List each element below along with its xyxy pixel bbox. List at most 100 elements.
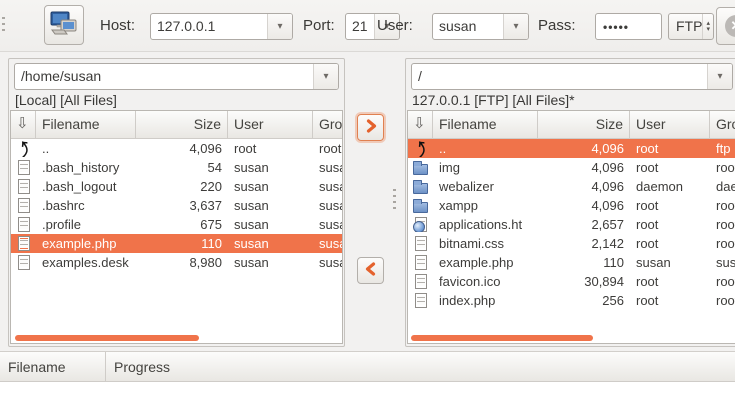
transfer-to-remote-button[interactable] [357, 114, 384, 141]
queue-column-progress[interactable]: Progress [106, 352, 735, 381]
column-header-size[interactable]: Size [136, 111, 228, 138]
file-user-cell: susan [228, 160, 313, 175]
file-name-cell[interactable]: .bashrc [36, 198, 136, 213]
chevron-left-icon [364, 262, 378, 279]
text-file-icon [18, 236, 30, 251]
column-header-filename[interactable]: Filename [36, 111, 136, 138]
remote-column-headers: ⇩ Filename Size User Group [408, 111, 735, 139]
file-name-cell[interactable]: bitnami.css [433, 236, 538, 251]
queue-column-filename[interactable]: Filename [0, 352, 106, 381]
file-row[interactable]: .. 4,096 root ftp [408, 139, 735, 158]
queue-column-headers: Filename Progress [0, 352, 735, 382]
file-name-cell[interactable]: xampp [433, 198, 538, 213]
remote-path-value[interactable]: / [412, 64, 707, 89]
file-user-cell: root [630, 141, 710, 156]
file-row[interactable]: favicon.ico 30,894 root root [408, 272, 735, 291]
host-value[interactable]: 127.0.0.1 [151, 14, 267, 39]
file-row[interactable]: example.php 110 susan susan [11, 234, 342, 253]
vertical-splitter-handle[interactable] [393, 189, 396, 209]
file-name-cell[interactable]: .. [433, 141, 538, 156]
file-size-cell: 4,096 [538, 160, 630, 175]
file-group-cell: susan [313, 198, 342, 213]
file-row[interactable]: .profile 675 susan susan [11, 215, 342, 234]
protocol-spin-arrows-icon[interactable]: ▴ ▾ [702, 14, 713, 39]
text-file-icon [18, 217, 30, 232]
file-row[interactable]: applications.ht 2,657 root root [408, 215, 735, 234]
file-user-cell: susan [228, 198, 313, 213]
local-path-value[interactable]: /home/susan [15, 64, 313, 89]
file-row[interactable]: .bash_logout 220 susan susan [11, 177, 342, 196]
text-file-icon [18, 160, 30, 175]
file-row[interactable]: bitnami.css 2,142 root root [408, 234, 735, 253]
file-name-cell[interactable]: .bash_logout [36, 179, 136, 194]
sort-direction-icon[interactable]: ⇩ [408, 111, 433, 138]
pass-field[interactable]: ••••• [595, 13, 662, 40]
file-row[interactable]: examples.desk 8,980 susan susan [11, 253, 342, 272]
file-group-cell: susan [313, 217, 342, 232]
file-user-cell: susan [630, 255, 710, 270]
text-file-icon [415, 274, 427, 289]
remote-path-combo[interactable]: / ▾ [411, 63, 733, 90]
user-value[interactable]: susan [433, 14, 503, 39]
host-field[interactable]: 127.0.0.1 ▾ [150, 13, 293, 40]
file-row[interactable]: index.php 256 root root [408, 291, 735, 310]
port-value[interactable]: 21 [346, 14, 374, 39]
file-size-cell: 220 [136, 179, 228, 194]
file-user-cell: root [228, 141, 313, 156]
file-row[interactable]: .. 4,096 root root [11, 139, 342, 158]
file-row[interactable]: .bash_history 54 susan susan [11, 158, 342, 177]
column-header-user[interactable]: User [630, 111, 710, 138]
local-path-dropdown-arrow-icon[interactable]: ▾ [313, 64, 338, 89]
file-name-cell[interactable]: applications.ht [433, 217, 538, 232]
file-name-cell[interactable]: webalizer [433, 179, 538, 194]
file-row[interactable]: example.php 110 susan susan [408, 253, 735, 272]
remote-pane: / ▾ 127.0.0.1 [FTP] [All Files]* ⇩ Filen… [405, 58, 735, 347]
file-name-cell[interactable]: .bash_history [36, 160, 136, 175]
user-label: User: [377, 17, 413, 34]
column-header-group[interactable]: Group [710, 111, 735, 138]
local-path-combo[interactable]: /home/susan ▾ [14, 63, 339, 90]
file-group-cell: root [710, 293, 735, 308]
file-name-cell[interactable]: .profile [36, 217, 136, 232]
user-field[interactable]: susan ▾ [432, 13, 529, 40]
remote-path-dropdown-arrow-icon[interactable]: ▾ [707, 64, 732, 89]
column-header-filename[interactable]: Filename [433, 111, 538, 138]
computer-connect-icon [48, 8, 80, 43]
file-row[interactable]: img 4,096 root root [408, 158, 735, 177]
file-row[interactable]: xampp 4,096 root root [408, 196, 735, 215]
column-header-size[interactable]: Size [538, 111, 630, 138]
local-file-rows: .. 4,096 root root .bash_history 54 susa… [11, 139, 342, 272]
column-header-user[interactable]: User [228, 111, 313, 138]
text-file-icon [18, 198, 30, 213]
sort-direction-icon[interactable]: ⇩ [11, 111, 36, 138]
file-name-cell[interactable]: index.php [433, 293, 538, 308]
file-name-cell[interactable]: favicon.ico [433, 274, 538, 289]
protocol-spinner[interactable]: FTP ▴ ▾ [668, 13, 714, 40]
remote-horizontal-scrollbar[interactable] [411, 335, 593, 341]
file-name-cell[interactable]: examples.desk [36, 255, 136, 270]
file-name-cell[interactable]: example.php [433, 255, 538, 270]
file-size-cell: 2,142 [538, 236, 630, 251]
file-name-cell[interactable]: example.php [36, 236, 136, 251]
file-name-cell[interactable]: .. [36, 141, 136, 156]
host-dropdown-arrow-icon[interactable]: ▾ [267, 14, 292, 39]
local-pane: /home/susan ▾ [Local] [All Files] ⇩ File… [8, 58, 345, 347]
transfer-queue-panel: Filename Progress [0, 351, 735, 405]
spin-down-icon[interactable]: ▾ [706, 27, 710, 33]
file-row[interactable]: webalizer 4,096 daemon daemon [408, 177, 735, 196]
toolbar-drag-handle[interactable] [2, 17, 5, 35]
remote-file-rows: .. 4,096 root ftp img 4,096 root root we… [408, 139, 735, 310]
file-group-cell: susan [313, 236, 342, 251]
local-horizontal-scrollbar[interactable] [15, 335, 199, 341]
transfer-to-local-button[interactable] [357, 257, 384, 284]
file-row[interactable]: .bashrc 3,637 susan susan [11, 196, 342, 215]
file-user-cell: root [630, 274, 710, 289]
file-name-cell[interactable]: img [433, 160, 538, 175]
connect-button[interactable] [44, 5, 84, 45]
protocol-value[interactable]: FTP [669, 14, 702, 39]
column-header-group[interactable]: Group [313, 111, 342, 138]
user-dropdown-arrow-icon[interactable]: ▾ [503, 14, 528, 39]
file-user-cell: susan [228, 236, 313, 251]
stop-button[interactable]: ✕ [716, 7, 735, 45]
file-size-cell: 30,894 [538, 274, 630, 289]
